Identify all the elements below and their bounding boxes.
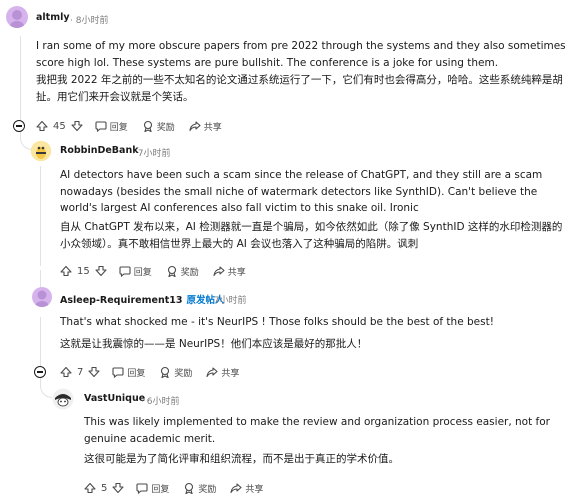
comment-body-en: I ran some of my more obscure papers fro… — [36, 40, 566, 69]
share-button[interactable]: 共享 — [206, 366, 239, 379]
reply-label: 回复 — [151, 484, 170, 495]
vote-count: 5 — [101, 482, 108, 494]
avatar-bee-icon — [31, 141, 51, 161]
share-label: 共享 — [227, 267, 246, 278]
speech-bubble-icon — [112, 367, 124, 378]
comment-actions: 7 回复 奖励 共享 — [60, 363, 253, 381]
reply-label: 回复 — [133, 267, 152, 278]
vote-count: 45 — [53, 120, 66, 132]
share-button[interactable]: 共享 — [189, 120, 222, 133]
comment-body-zh: 这就是让我震惊的——是 NeurIPS！他们本应该是最好的那批人！ — [60, 338, 368, 350]
comment-body-zh: 我把我 2022 年之前的一些不太知名的论文通过系统运行了一下，它们有时也会得高… — [36, 74, 563, 103]
speech-bubble-icon — [95, 121, 107, 132]
comment-time: · 7小时前 — [132, 148, 171, 159]
vote-group: 15 — [60, 265, 107, 277]
vote-group: 5 — [84, 482, 124, 494]
share-button[interactable]: 共享 — [230, 482, 263, 495]
comment-time-text: 7小时前 — [213, 295, 247, 306]
reply-button[interactable]: 回复 — [112, 366, 145, 379]
arrow-up-icon[interactable] — [60, 265, 72, 277]
comment-time-text: 6小时前 — [146, 396, 180, 407]
comment-time-text: 8小时前 — [75, 15, 109, 26]
award-label: 奖励 — [180, 267, 199, 278]
avatar-snoo-icon — [10, 10, 24, 28]
speech-bubble-icon — [119, 266, 131, 277]
award-icon — [167, 265, 176, 277]
share-arrow-icon — [206, 367, 218, 378]
share-arrow-icon — [213, 266, 225, 277]
avatar[interactable] — [31, 141, 51, 161]
comment-actions: 45 回复 奖励 共享 — [36, 117, 236, 135]
avatar-snoo-icon — [52, 388, 74, 410]
award-label: 奖励 — [156, 122, 175, 133]
comment-time-text: 7小时前 — [137, 148, 171, 159]
comment-time: · 7小时前 — [208, 295, 247, 306]
comment-body-zh: 这很可能是为了简化评审和组织流程，而不是出于真正的学术价值。 — [84, 453, 399, 465]
thread-line-root — [20, 36, 21, 126]
award-icon — [161, 366, 170, 378]
vote-count: 15 — [77, 265, 90, 277]
reply-label: 回复 — [109, 122, 128, 133]
arrow-up-icon[interactable] — [60, 366, 72, 378]
share-button[interactable]: 共享 — [213, 265, 246, 278]
avatar-snoo-icon — [35, 290, 49, 307]
comment-time: · 6小时前 — [141, 396, 180, 407]
arrow-down-icon[interactable] — [95, 265, 107, 277]
award-button[interactable]: 奖励 — [183, 482, 216, 495]
arrow-up-icon[interactable] — [84, 482, 96, 494]
comment-body-zh: 自从 ChatGPT 发布以来，AI 检测器就一直是个骗局，如今依然如此（除了像… — [60, 221, 563, 250]
comment-body-en: AI detectors have been such a scam since… — [60, 169, 543, 214]
collapse-minus-icon[interactable] — [34, 366, 46, 378]
arrow-down-icon[interactable] — [112, 482, 124, 494]
share-arrow-icon — [230, 483, 242, 494]
avatar[interactable] — [6, 6, 28, 28]
share-label: 共享 — [221, 368, 240, 379]
award-label: 奖励 — [198, 484, 217, 495]
thread-line-robbin — [40, 166, 41, 266]
award-icon — [185, 482, 194, 494]
collapse-minus-icon[interactable] — [13, 120, 25, 132]
award-button[interactable]: 奖励 — [142, 120, 175, 133]
avatar[interactable] — [52, 388, 74, 410]
comment-body-en: That's what shocked me - it's NeurIPS ! … — [60, 316, 494, 328]
thread-line-asleep — [40, 317, 41, 372]
comment-body-en: This was likely implemented to make the … — [84, 416, 550, 445]
avatar[interactable] — [32, 287, 52, 307]
comment-actions: 15 回复 奖励 共享 — [60, 262, 260, 280]
vote-group: 45 — [36, 120, 83, 132]
vote-group: 7 — [60, 366, 100, 378]
reply-button[interactable]: 回复 — [119, 265, 152, 278]
comment-actions: 5 回复 奖励 共享 — [84, 479, 277, 497]
speech-bubble-icon — [136, 483, 148, 494]
comment-username-text: Asleep-Requirement13 — [60, 295, 183, 306]
arrow-down-icon[interactable] — [88, 366, 100, 378]
arrow-up-icon[interactable] — [36, 120, 48, 132]
reply-label: 回复 — [127, 368, 146, 379]
share-label: 共享 — [203, 122, 222, 133]
reply-button[interactable]: 回复 — [136, 482, 169, 495]
vote-count: 7 — [77, 366, 84, 378]
award-icon — [143, 120, 152, 132]
reply-button[interactable]: 回复 — [95, 120, 128, 133]
comment-time: · 8小时前 — [70, 15, 109, 26]
comment-username[interactable]: Asleep-Requirement13 原发帖人 — [60, 292, 224, 306]
share-arrow-icon — [189, 121, 201, 132]
award-label: 奖励 — [174, 368, 193, 379]
arrow-down-icon[interactable] — [71, 120, 83, 132]
award-button[interactable]: 奖励 — [166, 265, 199, 278]
comment-username[interactable]: altmly — [36, 12, 70, 23]
award-button[interactable]: 奖励 — [159, 366, 192, 379]
share-label: 共享 — [245, 484, 264, 495]
comment-username[interactable]: RobbinDeBank — [60, 145, 139, 156]
comment-username[interactable]: VastUnique — [84, 393, 145, 404]
